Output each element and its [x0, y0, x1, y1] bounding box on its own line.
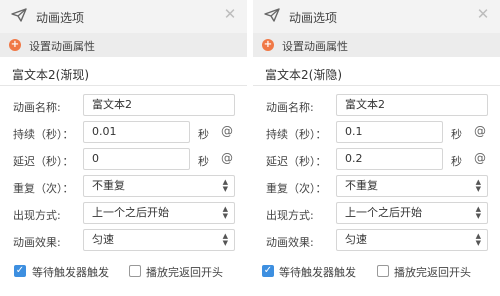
return-to-start-label: 播放完返回开头 — [146, 266, 223, 279]
return-to-start-label: 播放完返回开头 — [394, 266, 471, 279]
animation-name-input[interactable]: 富文本2 — [83, 94, 235, 116]
effect-select[interactable]: 匀速 ▲ ▼ — [83, 229, 235, 251]
delay-label: 延迟（秒）： — [266, 155, 327, 168]
duration-input[interactable]: 0.01 — [83, 121, 190, 143]
at-icon[interactable]: @ — [474, 124, 486, 138]
appear-select-value: 上一个之后开始 — [345, 206, 422, 219]
effect-select-value: 匀速 — [345, 233, 367, 246]
delay-unit: 秒 — [198, 155, 209, 168]
delay-label: 延迟（秒）： — [13, 155, 74, 168]
plus-circle-icon: + — [9, 39, 21, 51]
delay-input[interactable]: 0 — [83, 148, 190, 170]
close-icon[interactable]: ✕ — [476, 7, 490, 22]
appear-select-value: 上一个之后开始 — [92, 206, 169, 219]
close-icon[interactable]: ✕ — [223, 7, 237, 22]
duration-label: 持续（秒）： — [266, 128, 327, 141]
panel-titlebar: 动画选项 ✕ — [253, 0, 500, 33]
animation-name-input[interactable]: 富文本2 — [336, 94, 488, 116]
section-title: 设置动画属性 — [282, 40, 348, 53]
repeat-select-value: 不重复 — [92, 179, 125, 192]
divider — [0, 85, 247, 86]
wait-trigger-checkbox[interactable]: ✓ — [14, 265, 26, 277]
appear-select[interactable]: 上一个之后开始 ▲ ▼ — [83, 202, 235, 224]
duration-label: 持续（秒）： — [13, 128, 74, 141]
name-label: 动画名称: — [266, 101, 314, 114]
panel-title: 动画选项 — [289, 11, 338, 25]
appear-label: 出现方式: — [266, 209, 314, 222]
repeat-label: 重复（次）： — [266, 182, 327, 195]
select-arrows-icon: ▲ ▼ — [222, 232, 228, 247]
delay-input[interactable]: 0.2 — [336, 148, 443, 170]
select-arrows-icon: ▲ ▼ — [222, 178, 228, 193]
wait-trigger-label: 等待触发器触发 — [32, 266, 109, 279]
select-arrows-icon: ▲ ▼ — [475, 178, 481, 193]
delay-unit: 秒 — [451, 155, 462, 168]
divider — [253, 85, 500, 86]
effect-label: 动画效果: — [266, 236, 314, 249]
duration-unit: 秒 — [451, 128, 462, 141]
at-icon[interactable]: @ — [221, 124, 233, 138]
name-label: 动画名称: — [13, 101, 61, 114]
return-to-start-checkbox[interactable] — [377, 265, 389, 277]
repeat-select-value: 不重复 — [345, 179, 378, 192]
repeat-select[interactable]: 不重复 ▲ ▼ — [83, 175, 235, 197]
send-plane-icon — [11, 8, 27, 22]
animation-options-panel-left: 动画选项 ✕ + 设置动画属性 富文本2(渐现) 动画名称: 富文本2 持续（秒… — [0, 0, 247, 296]
panel-title: 动画选项 — [36, 11, 85, 25]
wait-trigger-label: 等待触发器触发 — [279, 266, 356, 279]
repeat-select[interactable]: 不重复 ▲ ▼ — [336, 175, 488, 197]
send-plane-icon — [264, 8, 280, 22]
effect-label: 动画效果: — [13, 236, 61, 249]
section-title: 设置动画属性 — [29, 40, 95, 53]
section-header[interactable]: + 设置动画属性 — [0, 33, 247, 57]
animation-target-name: 富文本2(渐现) — [12, 68, 89, 82]
appear-select[interactable]: 上一个之后开始 ▲ ▼ — [336, 202, 488, 224]
select-arrows-icon: ▲ ▼ — [222, 205, 228, 220]
repeat-label: 重复（次）： — [13, 182, 74, 195]
wait-trigger-checkbox[interactable]: ✓ — [262, 265, 274, 277]
at-icon[interactable]: @ — [221, 151, 233, 165]
animation-options-panel-right: 动画选项 ✕ + 设置动画属性 富文本2(渐隐) 动画名称: 富文本2 持续（秒… — [253, 0, 500, 296]
effect-select[interactable]: 匀速 ▲ ▼ — [336, 229, 488, 251]
return-to-start-checkbox[interactable] — [129, 265, 141, 277]
appear-label: 出现方式: — [13, 209, 61, 222]
plus-circle-icon: + — [262, 39, 274, 51]
duration-unit: 秒 — [198, 128, 209, 141]
at-icon[interactable]: @ — [474, 151, 486, 165]
select-arrows-icon: ▲ ▼ — [475, 232, 481, 247]
section-header[interactable]: + 设置动画属性 — [253, 33, 500, 57]
animation-target-name: 富文本2(渐隐) — [265, 68, 342, 82]
panel-titlebar: 动画选项 ✕ — [0, 0, 247, 33]
duration-input[interactable]: 0.1 — [336, 121, 443, 143]
effect-select-value: 匀速 — [92, 233, 114, 246]
select-arrows-icon: ▲ ▼ — [475, 205, 481, 220]
